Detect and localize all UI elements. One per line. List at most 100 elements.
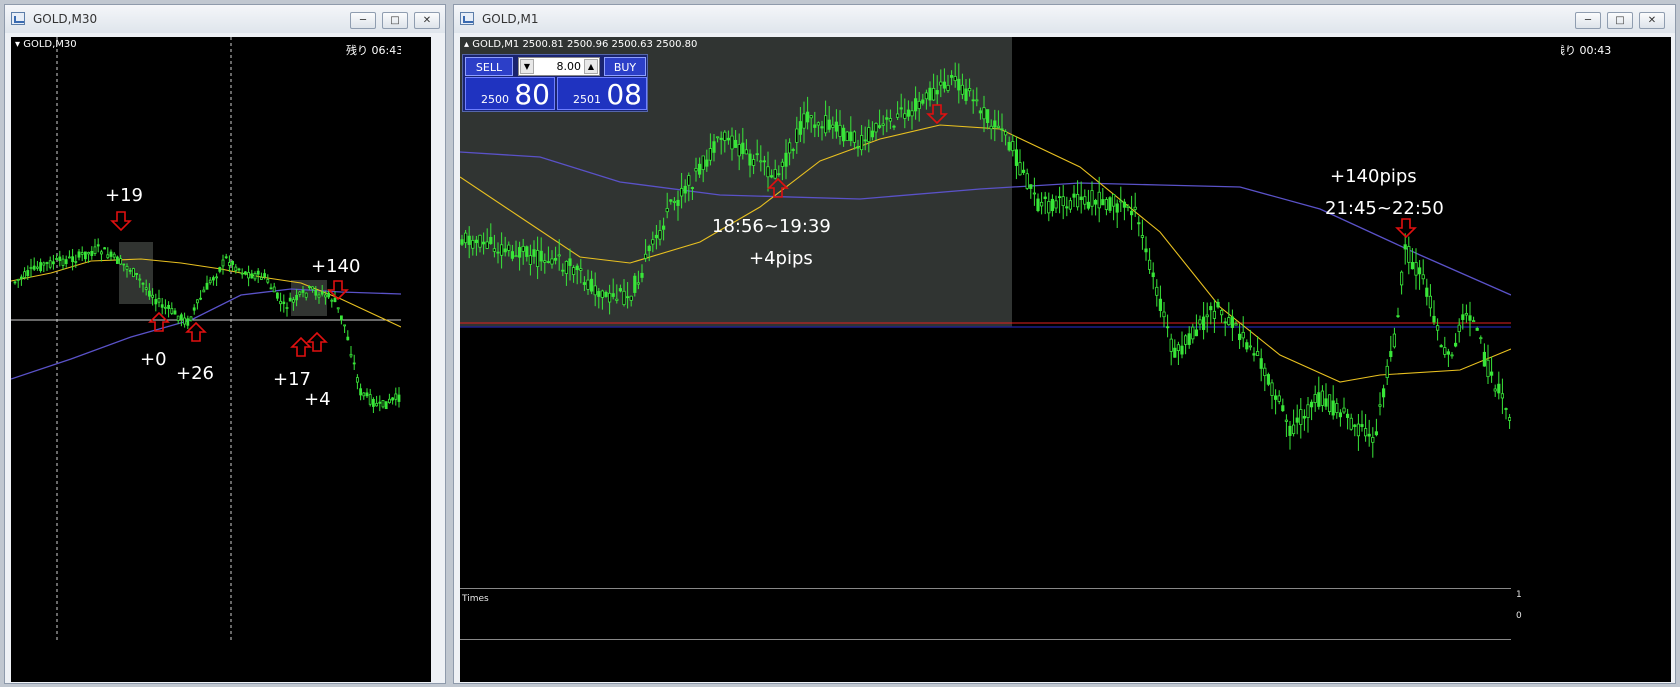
minimize-button[interactable]: ─ [350,12,376,29]
time-axis[interactable] [11,640,431,682]
chart-canvas[interactable]: 18:56~19:39+4pips+140pips21:45~22:502509… [460,37,1671,682]
candle [1018,162,1022,176]
candle [766,166,770,178]
candle [726,137,731,141]
candle [874,122,878,133]
candle [525,246,529,257]
candle [1061,196,1065,207]
candle [1475,327,1479,331]
candle [1216,301,1220,308]
candle [359,388,363,396]
candle [1137,222,1141,225]
time-axis[interactable] [460,640,1671,682]
candle [154,299,158,305]
candle [960,84,965,95]
candle [1403,244,1407,250]
candle [1252,353,1256,356]
candle [993,120,997,128]
price-chart-m1[interactable]: 18:56~19:39+4pips+140pips21:45~22:502509… [460,37,1671,682]
candle [622,290,626,305]
candle [1022,169,1026,173]
candle [1079,196,1083,201]
candle [759,160,763,163]
candle [1126,205,1130,209]
candle [625,296,630,299]
candle [282,301,286,305]
chart-window-gold-m1[interactable]: GOLD,M1 ─ □ ✕ 18:56~19:39 +4pips +140pips 2… [453,4,1676,684]
candle [1058,196,1062,199]
candle [701,155,705,170]
candle [106,254,110,259]
candle [100,251,103,255]
candle [1270,382,1274,396]
profit-annotation: +4pips [749,248,813,269]
candle [816,122,821,126]
candle [103,247,106,250]
candle [1396,315,1400,318]
candle [1166,326,1170,329]
candle [1400,271,1404,286]
candle [748,153,752,166]
candle [953,76,957,82]
lot-increase-button[interactable]: ▲ [584,59,598,74]
candle [1133,206,1137,210]
candle [272,286,276,293]
price-axis[interactable] [401,37,431,640]
candle [52,261,55,265]
candle [1389,351,1393,357]
candle [658,230,662,240]
candle [795,128,799,143]
candle [1220,310,1224,316]
symbol-text: GOLD,M30 [23,39,77,50]
candle [298,291,302,295]
candle [1205,314,1209,318]
candle [1299,409,1303,425]
window-titlebar[interactable]: GOLD,M30 ─ □ ✕ [5,5,445,33]
candle [1367,433,1371,437]
candle [546,261,550,263]
candle [474,239,478,244]
buy-button[interactable]: BUY [604,57,646,76]
candle [503,248,507,253]
lot-decrease-button[interactable]: ▼ [520,59,534,74]
candle [1335,403,1339,413]
candle [1029,184,1033,189]
price-chart-m30[interactable]: +19+0+26+140+17+42566.082558.882551.4825… [11,37,431,682]
sell-button[interactable]: SELL [465,57,513,76]
minimize-button[interactable]: ─ [1575,12,1601,29]
candle [1119,200,1123,203]
lot-size-value: 8.00 [556,60,582,73]
candle [199,297,203,300]
candle [384,401,388,410]
candle [1274,395,1278,400]
candle [1378,404,1382,407]
candle [1464,313,1469,316]
window-title: GOLD,M1 [482,12,539,26]
maximize-button[interactable]: □ [382,12,408,29]
price-axis[interactable] [1511,37,1561,640]
close-button[interactable]: ✕ [414,12,440,29]
candle [805,111,810,123]
candle [633,275,637,293]
candle [942,81,947,89]
candle [996,125,1001,128]
candle [957,78,961,91]
candle [982,107,986,120]
candle [931,87,936,101]
candle [48,260,52,268]
candle [550,258,554,265]
sell-price-button[interactable]: 2500 80 [465,77,555,111]
chart-canvas[interactable]: +19+0+26+140+17+42566.082558.882551.4825… [11,37,431,682]
candle [1360,424,1364,427]
maximize-button[interactable]: □ [1607,12,1633,29]
buy-price-button[interactable]: 2501 08 [557,77,647,111]
window-titlebar[interactable]: GOLD,M1 ─ □ ✕ [454,5,1675,33]
lot-size-field[interactable]: ▼ 8.00 ▲ [518,57,600,76]
sell-price-big: 80 [514,78,550,111]
candle [1180,345,1184,355]
chart-window-gold-m30[interactable]: GOLD,M30 ─ □ ✕ +19+0+26+140+17+42566.082… [4,4,446,684]
candle [375,403,379,407]
candle [1295,417,1299,423]
close-button[interactable]: ✕ [1639,12,1665,29]
candle [669,199,673,202]
